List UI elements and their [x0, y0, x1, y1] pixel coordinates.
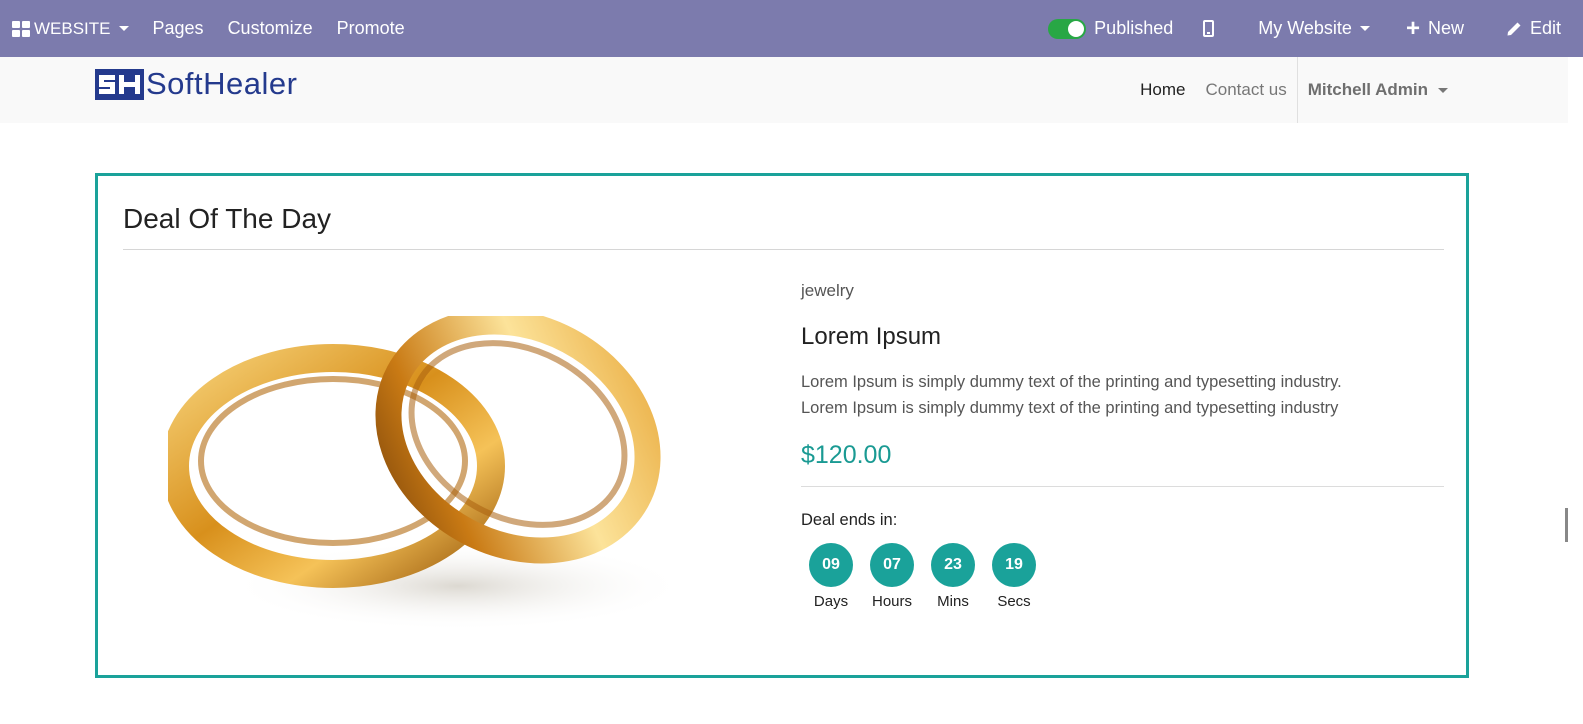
countdown-days: 09 Days [801, 543, 861, 610]
website-admin-bar: WEBSITE Pages Customize Promote Publishe… [0, 0, 1583, 57]
countdown-value: 07 [870, 543, 914, 587]
product-category: jewelry [801, 281, 854, 300]
countdown-label: Days [813, 593, 849, 610]
mobile-preview-button[interactable] [1189, 0, 1236, 57]
deal-ends-label: Deal ends in: [801, 511, 898, 529]
edit-button[interactable]: Edit [1488, 0, 1583, 57]
caret-down-icon [118, 26, 129, 31]
divider [801, 486, 1444, 487]
divider [123, 249, 1444, 250]
countdown-label: Mins [937, 593, 969, 610]
product-name[interactable]: Lorem Ipsum [801, 323, 1444, 351]
apps-grid-icon [12, 20, 30, 37]
product-image[interactable] [168, 316, 688, 636]
section-title: Deal Of The Day [123, 203, 332, 234]
scrollbar[interactable] [1568, 57, 1583, 724]
caret-down-icon [1359, 26, 1370, 31]
admin-bar-left: WEBSITE Pages Customize Promote [0, 0, 417, 57]
admin-bar-right: Published My Website + New Edit [1036, 0, 1583, 57]
countdown-value: 19 [992, 543, 1036, 587]
user-menu[interactable]: Mitchell Admin [1296, 57, 1458, 123]
description-line: Lorem Ipsum is simply dummy text of the … [801, 399, 1339, 417]
edit-label: Edit [1529, 18, 1561, 38]
logo-text: SoftHealer [146, 66, 298, 101]
countdown-value: 23 [931, 543, 975, 587]
deal-of-the-day-section: Deal Of The Day jewelry Lorem Ipsum Lore… [95, 173, 1469, 678]
menu-promote[interactable]: Promote [325, 0, 417, 57]
description-line: Lorem Ipsum is simply dummy text of the … [801, 373, 1342, 391]
product-description: Lorem Ipsum is simply dummy text of the … [801, 369, 1444, 421]
site-header: SoftHealer Home Contact us Mitchell Admi… [0, 57, 1568, 123]
new-label: New [1427, 18, 1464, 38]
menu-customize[interactable]: Customize [216, 0, 325, 57]
website-selector-label: My Website [1258, 18, 1352, 38]
nav-home[interactable]: Home [1130, 80, 1195, 100]
site-nav: Home Contact us Mitchell Admin [1130, 57, 1458, 123]
site-logo[interactable]: SoftHealer [95, 66, 298, 101]
published-label: Published [1094, 18, 1174, 38]
countdown-mins: 23 Mins [923, 543, 983, 610]
countdown-timer: 09 Days 07 Hours 23 Mins 19 Secs [801, 543, 1444, 610]
toggle-switch-icon [1048, 18, 1087, 39]
pencil-icon [1507, 22, 1521, 35]
website-menu-label: WEBSITE [34, 18, 111, 38]
user-name: Mitchell Admin [1307, 80, 1428, 99]
nav-contact-us[interactable]: Contact us [1195, 80, 1296, 100]
publish-toggle[interactable]: Published [1036, 0, 1189, 57]
caret-down-icon [1438, 87, 1448, 93]
deal-info: jewelry Lorem Ipsum Lorem Ipsum is simpl… [801, 281, 1444, 610]
scrollbar-thumb[interactable] [1565, 508, 1568, 542]
softhealer-logo-mark [95, 68, 144, 100]
countdown-label: Hours [871, 593, 912, 610]
plus-icon: + [1405, 14, 1420, 42]
product-price: $120.00 [801, 441, 892, 469]
countdown-value: 09 [809, 543, 853, 587]
countdown-label: Secs [997, 593, 1031, 610]
menu-pages[interactable]: Pages [141, 0, 216, 57]
website-selector[interactable]: My Website [1236, 0, 1392, 57]
mobile-icon [1203, 20, 1215, 37]
website-menu-button[interactable]: WEBSITE [0, 0, 141, 57]
new-button[interactable]: + New [1392, 0, 1488, 57]
countdown-secs: 19 Secs [984, 543, 1044, 610]
countdown-hours: 07 Hours [862, 543, 922, 610]
